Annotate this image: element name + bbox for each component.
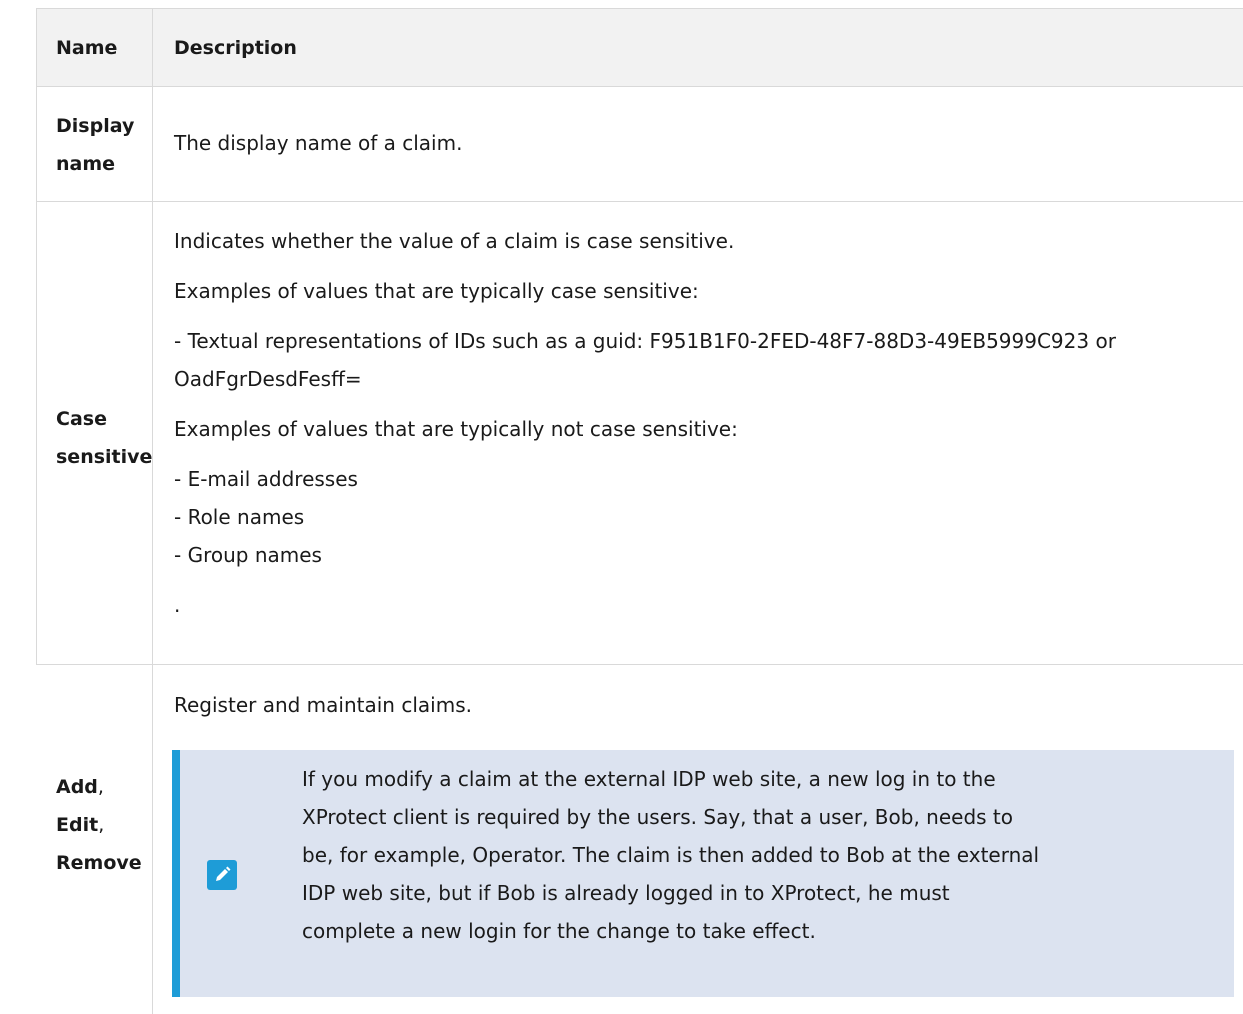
table-top-border [36, 8, 1243, 9]
note-callout: If you modify a claim at the external ID… [172, 750, 1234, 997]
row-name-case-sensitive: Case sensitive [56, 408, 153, 468]
row-name-display-name: Display name [56, 115, 135, 175]
header-name: Name [56, 37, 118, 59]
column-divider [152, 8, 153, 1014]
properties-table: Name Description Display name The displa… [0, 0, 1243, 1014]
table-left-border [36, 8, 37, 665]
row-description-add-edit-remove: Register and maintain claims. [174, 693, 472, 717]
row-description-display-name: The display name of a claim. [174, 131, 463, 155]
row-divider [36, 664, 1243, 665]
row-description-case-sensitive: Indicates whether the value of a claim i… [174, 229, 1116, 617]
row-divider [36, 201, 1243, 202]
row-name-add-edit-remove: Add, Edit, Remove [56, 776, 142, 874]
note-accent-bar [172, 750, 180, 997]
header-description: Description [174, 37, 297, 59]
note-text: If you modify a claim at the external ID… [302, 767, 1040, 943]
pencil-icon [207, 860, 237, 890]
row-divider [36, 86, 1243, 87]
